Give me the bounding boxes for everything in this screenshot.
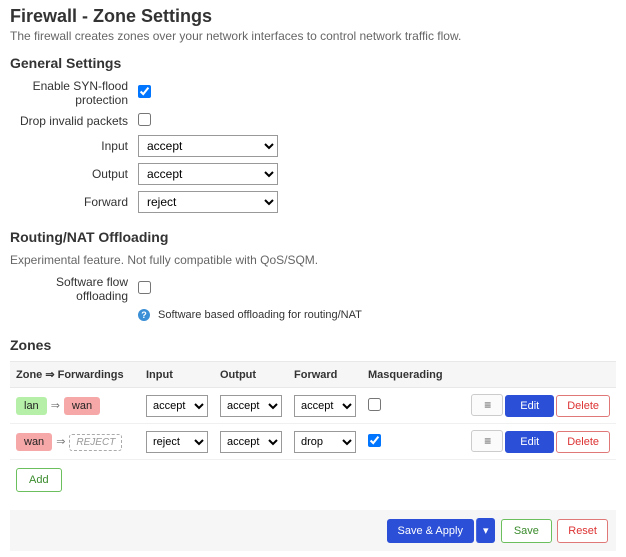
footer-bar: Save & Apply▾ Save Reset — [10, 510, 616, 551]
software-offload-label: Software flow offloading — [10, 275, 138, 303]
delete-button[interactable]: Delete — [556, 395, 610, 417]
add-button[interactable]: Add — [16, 468, 62, 492]
col-masq: Masquerading — [362, 362, 463, 388]
save-apply-dropdown[interactable]: ▾ — [476, 518, 496, 543]
zone-badge-src[interactable]: wan — [16, 433, 52, 451]
zone-forward-select[interactable]: acceptrejectdrop — [294, 395, 356, 417]
general-heading: General Settings — [10, 55, 616, 71]
zones-heading: Zones — [10, 337, 616, 353]
delete-button[interactable]: Delete — [556, 431, 610, 453]
save-button[interactable]: Save — [501, 519, 552, 543]
arrow-icon: ⇒ — [51, 400, 60, 412]
zone-input-select[interactable]: acceptrejectdrop — [146, 431, 208, 453]
zone-input-select[interactable]: acceptrejectdrop — [146, 395, 208, 417]
zones-table: Zone ⇒ Forwardings Input Output Forward … — [10, 361, 616, 460]
offloading-subtitle: Experimental feature. Not fully compatib… — [10, 253, 616, 267]
col-output: Output — [214, 362, 288, 388]
offload-hint: Software based offloading for routing/NA… — [158, 309, 362, 321]
software-offload-checkbox[interactable] — [138, 281, 151, 294]
zone-badge-reject[interactable]: REJECT — [69, 434, 122, 451]
zone-output-select[interactable]: acceptrejectdrop — [220, 431, 282, 453]
zone-badge-dst[interactable]: wan — [64, 397, 100, 415]
output-select[interactable]: acceptrejectdrop — [138, 163, 278, 185]
arrow-icon: ⇒ — [56, 436, 65, 448]
zone-badge-src[interactable]: lan — [16, 397, 47, 415]
page-title: Firewall - Zone Settings — [10, 6, 616, 27]
col-zone-fwd: Zone ⇒ Forwardings — [10, 362, 140, 388]
offloading-heading: Routing/NAT Offloading — [10, 229, 616, 245]
table-row: lan ⇒ wan acceptrejectdrop acceptrejectdrop a… — [10, 388, 616, 424]
table-row: wan ⇒ REJECT acceptrejectdrop acceptrejectdr… — [10, 424, 616, 460]
info-icon: ? — [138, 309, 150, 321]
edit-button[interactable]: Edit — [505, 395, 554, 417]
col-forward: Forward — [288, 362, 362, 388]
syn-flood-checkbox[interactable] — [138, 85, 151, 98]
syn-flood-label: Enable SYN-flood protection — [10, 79, 138, 107]
forward-select[interactable]: acceptrejectdrop — [138, 191, 278, 213]
input-label: Input — [10, 139, 138, 153]
reset-button[interactable]: Reset — [557, 519, 608, 543]
masq-checkbox[interactable] — [368, 434, 381, 447]
drop-invalid-label: Drop invalid packets — [10, 114, 138, 128]
forward-label: Forward — [10, 195, 138, 209]
save-apply-button[interactable]: Save & Apply — [387, 519, 474, 543]
output-label: Output — [10, 167, 138, 181]
drop-invalid-checkbox[interactable] — [138, 113, 151, 126]
zone-output-select[interactable]: acceptrejectdrop — [220, 395, 282, 417]
input-select[interactable]: acceptrejectdrop — [138, 135, 278, 157]
masq-checkbox[interactable] — [368, 398, 381, 411]
drag-handle-icon[interactable]: ≡ — [471, 430, 503, 452]
page-subtitle: The firewall creates zones over your net… — [10, 29, 616, 43]
edit-button[interactable]: Edit — [505, 431, 554, 453]
col-input: Input — [140, 362, 214, 388]
zone-forward-select[interactable]: acceptrejectdrop — [294, 431, 356, 453]
drag-handle-icon[interactable]: ≡ — [471, 394, 503, 416]
